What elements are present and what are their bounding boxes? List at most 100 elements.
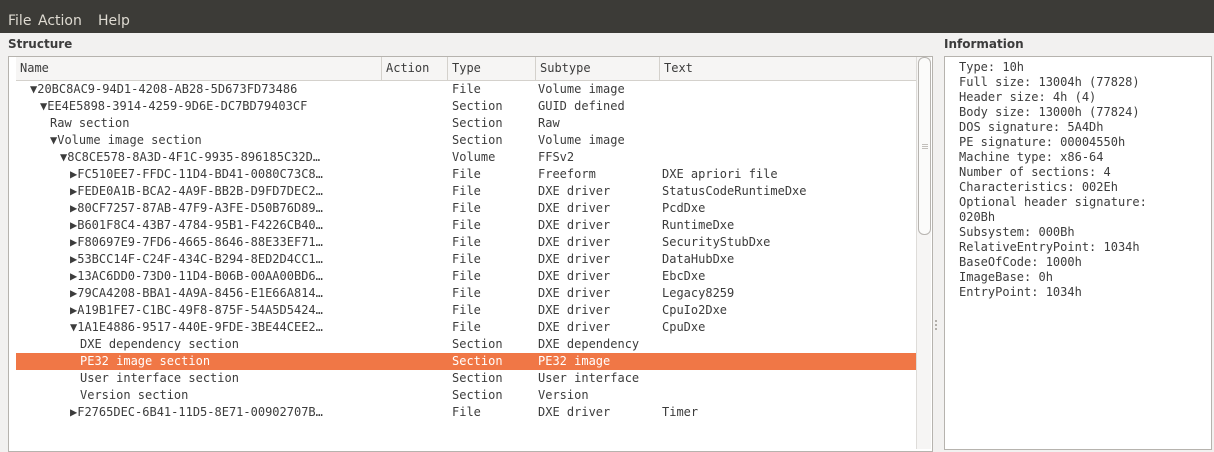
row-text	[662, 98, 912, 115]
row-subtype: DXE driver	[538, 218, 611, 232]
column-header-subtype[interactable]: Subtype	[536, 57, 660, 80]
row-type: File	[452, 269, 481, 283]
row-text: EbcDxe	[662, 269, 706, 283]
tree-row[interactable]: ▼20BC8AC9-94D1-4208-AB28-5D673FD73486 Fil…	[16, 81, 916, 98]
tree-row[interactable]: ▶F2765DEC-6B41-11D5-8E71-00902707B… File D…	[16, 404, 916, 421]
row-name: ▶B601F8C4-43B7-4784-95B1-F4226CB40…	[70, 218, 323, 232]
panel-splitter[interactable]	[931, 37, 941, 450]
row-name: ▶80CF7257-87AB-47F9-A3FE-D50B76D89…	[70, 201, 323, 215]
row-type: File	[452, 320, 481, 334]
row-type: File	[452, 405, 481, 419]
tree-row[interactable]: ▼Volume image section Section Volume image	[16, 132, 916, 149]
tree-row[interactable]: ▶FEDE0A1B-BCA2-4A9F-BB2B-D9FD7DEC2… File D…	[16, 183, 916, 200]
info-line: DOS signature: 5A4Dh	[959, 120, 1104, 134]
tree-row[interactable]: ▶79CA4208-BBA1-4A9A-8456-E1E66A814… File D…	[16, 285, 916, 302]
row-type: Volume	[452, 150, 496, 164]
row-text: DXE apriori file	[662, 167, 778, 181]
tree-row[interactable]: ▼EE4E5898-3914-4259-9D6E-DC7BD79403CF Sec…	[16, 98, 916, 115]
row-text	[662, 370, 912, 387]
row-subtype: DXE driver	[538, 320, 611, 334]
row-name: DXE dependency section	[80, 337, 239, 351]
row-subtype: PE32 image	[538, 354, 611, 368]
row-subtype: GUID defined	[538, 99, 625, 113]
row-text: DataHubDxe	[662, 252, 735, 266]
info-line: ImageBase: 0h	[959, 270, 1053, 284]
tree-row[interactable]: Raw section Section Raw	[16, 115, 916, 132]
menu-action[interactable]: Action	[38, 13, 82, 29]
row-text: Timer	[662, 405, 699, 419]
tree-row[interactable]: ▶FC510EE7-FFDC-11D4-BD41-0080C73C8… File F…	[16, 166, 916, 183]
tree-row[interactable]: ▶80CF7257-87AB-47F9-A3FE-D50B76D89… File D…	[16, 200, 916, 217]
row-name: ▶FEDE0A1B-BCA2-4A9F-BB2B-D9FD7DEC2…	[70, 184, 323, 198]
row-name: ▶53BCC14F-C24F-434C-B294-8ED2D4CC1…	[70, 252, 323, 266]
row-type: Section	[452, 99, 503, 113]
info-line: Header size: 4h (4)	[959, 90, 1097, 104]
row-text: SecurityStubDxe	[662, 235, 771, 249]
info-line: BaseOfCode: 1000h	[959, 255, 1082, 269]
row-subtype: Freeform	[538, 167, 596, 181]
row-name: Version section	[80, 388, 189, 402]
row-subtype: User interface	[538, 371, 640, 385]
info-line: PE signature: 00004550h	[959, 135, 1126, 149]
row-type: File	[452, 252, 481, 266]
column-header-action[interactable]: Action	[382, 57, 448, 80]
row-name: ▶FC510EE7-FFDC-11D4-BD41-0080C73C8…	[70, 167, 323, 181]
column-header-name[interactable]: Name	[16, 57, 382, 80]
info-line: Full size: 13004h (77828)	[959, 75, 1140, 89]
menu-help[interactable]: Help	[98, 13, 130, 29]
row-name: ▼EE4E5898-3914-4259-9D6E-DC7BD79403CF	[40, 99, 308, 113]
info-line: Type: 10h	[959, 60, 1025, 74]
row-text	[662, 132, 912, 149]
row-text: StatusCodeRuntimeDxe	[662, 184, 807, 198]
tree-row[interactable]: ▶A19B1FE7-C1BC-49F8-875F-54A5D5424… File D…	[16, 302, 916, 319]
row-type: File	[452, 235, 481, 249]
row-subtype: Volume image	[538, 133, 625, 147]
menu-bar: File Action Help	[0, 0, 1214, 33]
row-name: Raw section	[50, 116, 130, 130]
tree-row[interactable]: ▶53BCC14F-C24F-434C-B294-8ED2D4CC1… File D…	[16, 251, 916, 268]
scrollbar-thumb[interactable]	[918, 57, 931, 235]
column-header-type[interactable]: Type	[448, 57, 536, 80]
info-line: Number of sections: 4	[959, 165, 1111, 179]
row-name: ▶F2765DEC-6B41-11D5-8E71-00902707B…	[70, 405, 323, 419]
row-type: File	[452, 82, 481, 96]
tree-row[interactable]: ▶B601F8C4-43B7-4784-95B1-F4226CB40… File D…	[16, 217, 916, 234]
tree-row[interactable]: Version section Section Version	[16, 387, 916, 404]
row-type: File	[452, 286, 481, 300]
tree-row[interactable]: ▼1A1E4886-9517-440E-9FDE-3BE44CEE2… File D…	[16, 319, 916, 336]
menu-file[interactable]: File	[8, 13, 31, 29]
row-name: ▶13AC6DD0-73D0-11D4-B06B-00AA00BD6…	[70, 269, 323, 283]
row-subtype: Raw	[538, 116, 560, 130]
row-text	[662, 387, 912, 404]
info-line: Machine type: x86-64	[959, 150, 1104, 164]
tree-row[interactable]: DXE dependency section Section DXE depende…	[16, 336, 916, 353]
tree-vertical-scrollbar[interactable]: ▲	[916, 57, 931, 449]
row-text: RuntimeDxe	[662, 218, 735, 232]
row-text: CpuIo2Dxe	[662, 303, 728, 317]
row-name: PE32 image section	[80, 354, 211, 368]
structure-title: Structure	[8, 37, 73, 51]
row-type: File	[452, 201, 481, 215]
info-line: Body size: 13000h (77824)	[959, 105, 1140, 119]
tree-header: Name Action Type Subtype Text	[16, 57, 916, 81]
row-subtype: DXE driver	[538, 286, 611, 300]
row-subtype: FFSv2	[538, 150, 575, 164]
row-text	[662, 149, 912, 166]
row-type: File	[452, 184, 481, 198]
tree-row[interactable]: ▶F80697E9-7FD6-4665-8646-88E33EF71… File D…	[16, 234, 916, 251]
row-type: Section	[452, 354, 503, 368]
row-type: Section	[452, 116, 503, 130]
row-subtype: Version	[538, 388, 589, 402]
column-header-text[interactable]: Text	[660, 57, 916, 80]
row-type: File	[452, 167, 481, 181]
row-type: Section	[452, 371, 503, 385]
tree-row-selected[interactable]: PE32 image section Section PE32 image	[16, 353, 916, 370]
row-type: Section	[452, 337, 503, 351]
row-subtype: DXE driver	[538, 235, 611, 249]
info-line: Characteristics: 002Eh	[959, 180, 1118, 194]
tree-row[interactable]: ▶13AC6DD0-73D0-11D4-B06B-00AA00BD6… File D…	[16, 268, 916, 285]
row-subtype: DXE driver	[538, 252, 611, 266]
row-type: Section	[452, 388, 503, 402]
tree-row[interactable]: User interface section Section User interf…	[16, 370, 916, 387]
tree-row[interactable]: ▼8C8CE578-8A3D-4F1C-9935-896185C32D… Volu…	[16, 149, 916, 166]
